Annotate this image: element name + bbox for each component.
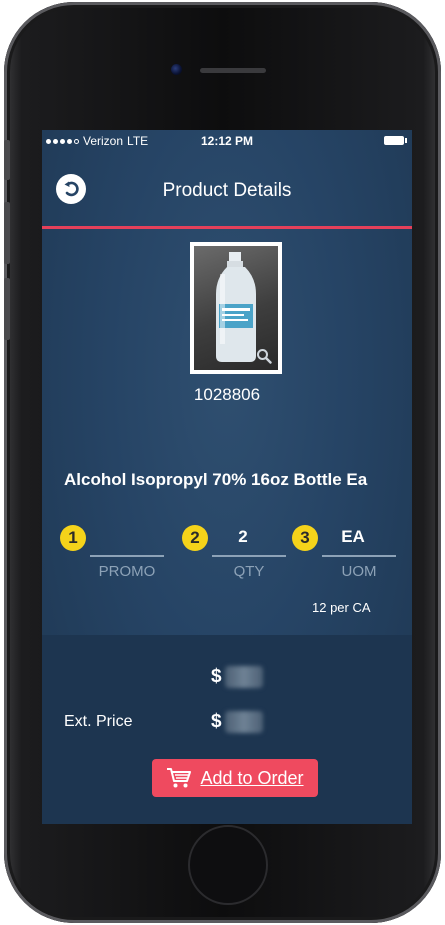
home-button[interactable] xyxy=(188,825,268,905)
nav-bar: Product Details xyxy=(42,158,412,229)
page-title: Product Details xyxy=(162,180,292,201)
unit-price-redacted xyxy=(225,666,263,688)
uom-label: UOM xyxy=(341,563,377,580)
unit-price-row: $ xyxy=(42,662,412,692)
qty-label: QTY xyxy=(233,563,265,580)
field-underline xyxy=(90,555,164,557)
front-camera xyxy=(171,64,182,75)
uom-select[interactable]: EA xyxy=(322,527,384,547)
step-badge: 1 xyxy=(60,525,86,551)
app-screen: Verizon LTE 12:12 PM Product Details 102… xyxy=(42,130,412,824)
product-image[interactable] xyxy=(190,242,282,374)
uom-note: 12 per CA xyxy=(312,600,371,615)
field-underline xyxy=(212,555,286,557)
product-sku: 1028806 xyxy=(193,385,261,404)
ext-price-label: Ext. Price xyxy=(64,713,133,730)
volume-down-button xyxy=(4,278,10,340)
add-to-order-button[interactable]: Add to Order xyxy=(152,759,318,797)
ext-price-row: Ext. Price $ xyxy=(42,707,412,737)
phone-frame: Verizon LTE 12:12 PM Product Details 102… xyxy=(4,2,441,923)
mute-switch xyxy=(4,140,10,180)
volume-up-button xyxy=(4,202,10,264)
ext-price-currency: $ xyxy=(211,711,222,732)
battery-icon xyxy=(384,136,407,145)
promo-label: PROMO xyxy=(98,563,156,580)
status-time: 12:12 PM xyxy=(200,134,254,148)
step-badge: 3 xyxy=(292,525,318,551)
add-to-order-label: Add to Order xyxy=(200,767,304,788)
qty-input[interactable]: 2 xyxy=(212,527,274,547)
zoom-icon[interactable] xyxy=(256,348,272,364)
status-bar: Verizon LTE 12:12 PM xyxy=(42,130,412,150)
field-underline xyxy=(322,555,396,557)
product-photo xyxy=(194,246,278,370)
product-name: Alcohol Isopropyl 70% 16oz Bottle Ea xyxy=(64,470,368,489)
step-badge: 2 xyxy=(182,525,208,551)
unit-price-currency: $ xyxy=(211,666,222,687)
cart-icon xyxy=(167,768,192,788)
earpiece-speaker xyxy=(200,68,266,73)
ext-price-redacted xyxy=(225,711,263,733)
